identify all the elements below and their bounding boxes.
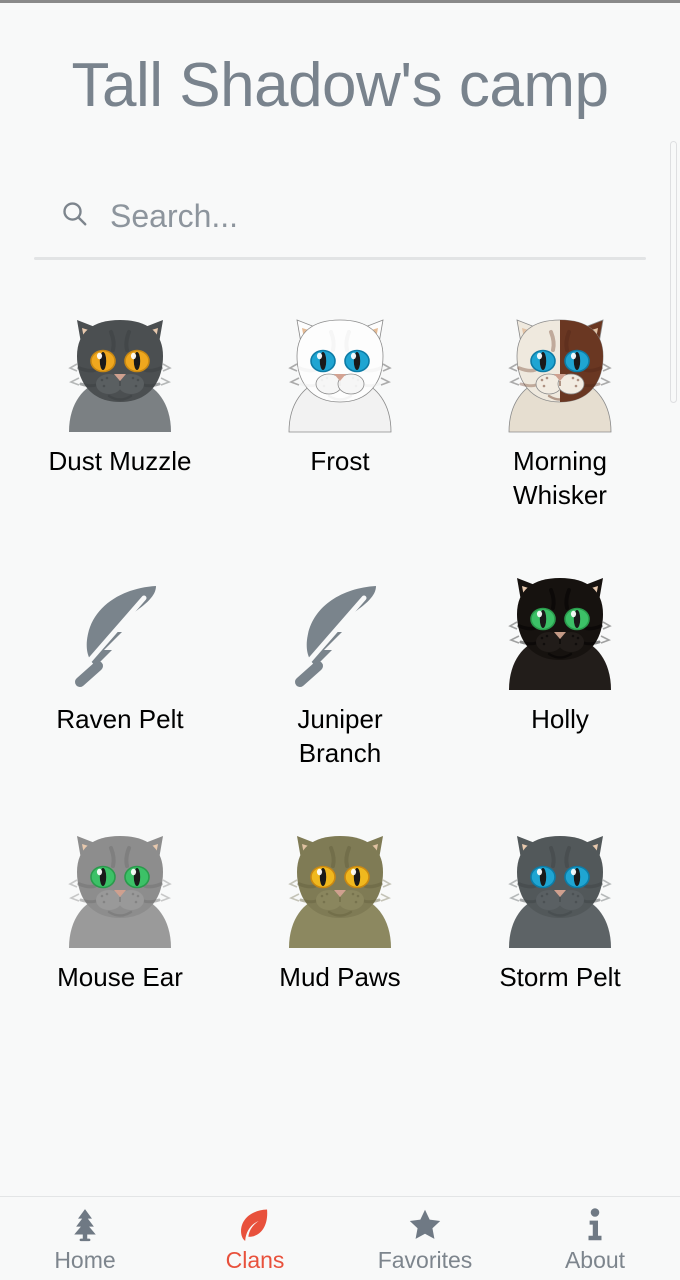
nav-item-clans[interactable]: Clans: [170, 1197, 340, 1280]
cat-cell[interactable]: Storm Pelt: [450, 814, 670, 1072]
cat-name-label: Raven Pelt: [56, 704, 184, 735]
nav-item-favorites[interactable]: Favorites: [340, 1197, 510, 1280]
cat-cell[interactable]: Mouse Ear: [10, 814, 230, 1072]
app-root: Tall Shadow's camp Search... Dust Muzzle…: [0, 0, 680, 1280]
scrollbar-indicator[interactable]: [670, 141, 677, 403]
feather-placeholder-icon: [275, 564, 405, 694]
nav-label: Home: [54, 1247, 116, 1273]
cat-portrait-icon: [495, 822, 625, 952]
search-bar[interactable]: [34, 190, 646, 261]
cat-cell[interactable]: Dust Muzzle: [10, 298, 230, 556]
bottom-navigation: Home Clans Favorites About: [0, 1196, 680, 1280]
nav-item-home[interactable]: Home: [0, 1197, 170, 1280]
cat-name-label: Morning Whisker: [513, 446, 607, 511]
cat-portrait-icon: [495, 564, 625, 694]
cat-name-label: Mud Paws: [279, 962, 401, 993]
cat-name-label: Holly: [531, 704, 589, 735]
tree-icon: [66, 1205, 104, 1245]
nav-item-about[interactable]: About: [510, 1197, 680, 1280]
cat-cell[interactable]: Mud Paws: [230, 814, 450, 1072]
info-icon: [576, 1205, 614, 1245]
cat-name-label: Frost: [310, 446, 370, 477]
search-icon: [60, 199, 90, 234]
page-title: Tall Shadow's camp: [71, 51, 609, 120]
cat-name-label: Juniper Branch: [297, 704, 383, 769]
cat-portrait-icon: [495, 306, 625, 436]
nav-label: Clans: [225, 1247, 285, 1273]
star-icon: [406, 1205, 444, 1245]
cat-portrait-icon: [275, 822, 405, 952]
nav-label: About: [564, 1247, 626, 1273]
cat-name-label: Dust Muzzle: [48, 446, 192, 477]
cat-portrait-icon: [55, 822, 185, 952]
leaf-icon: [236, 1205, 274, 1245]
feather-placeholder-icon: [55, 564, 185, 694]
cat-portrait-icon: [55, 306, 185, 436]
search-divider: [34, 257, 646, 261]
cat-portrait-icon: [275, 306, 405, 436]
cat-cell[interactable]: Frost: [230, 298, 450, 556]
nav-label: Favorites: [377, 1247, 473, 1273]
cat-name-label: Storm Pelt: [499, 962, 621, 993]
cat-cell[interactable]: Juniper Branch: [230, 556, 450, 814]
cat-name-label: Mouse Ear: [57, 962, 183, 993]
scrollable-content[interactable]: Tall Shadow's camp Search... Dust Muzzle…: [0, 3, 680, 1196]
search-input[interactable]: [110, 197, 622, 235]
cat-cell[interactable]: Raven Pelt: [10, 556, 230, 814]
cat-cell[interactable]: Holly: [450, 556, 670, 814]
cat-cell[interactable]: Morning Whisker: [450, 298, 670, 556]
cat-grid: Dust Muzzle Frost Morning Whisker Raven …: [10, 298, 670, 1072]
